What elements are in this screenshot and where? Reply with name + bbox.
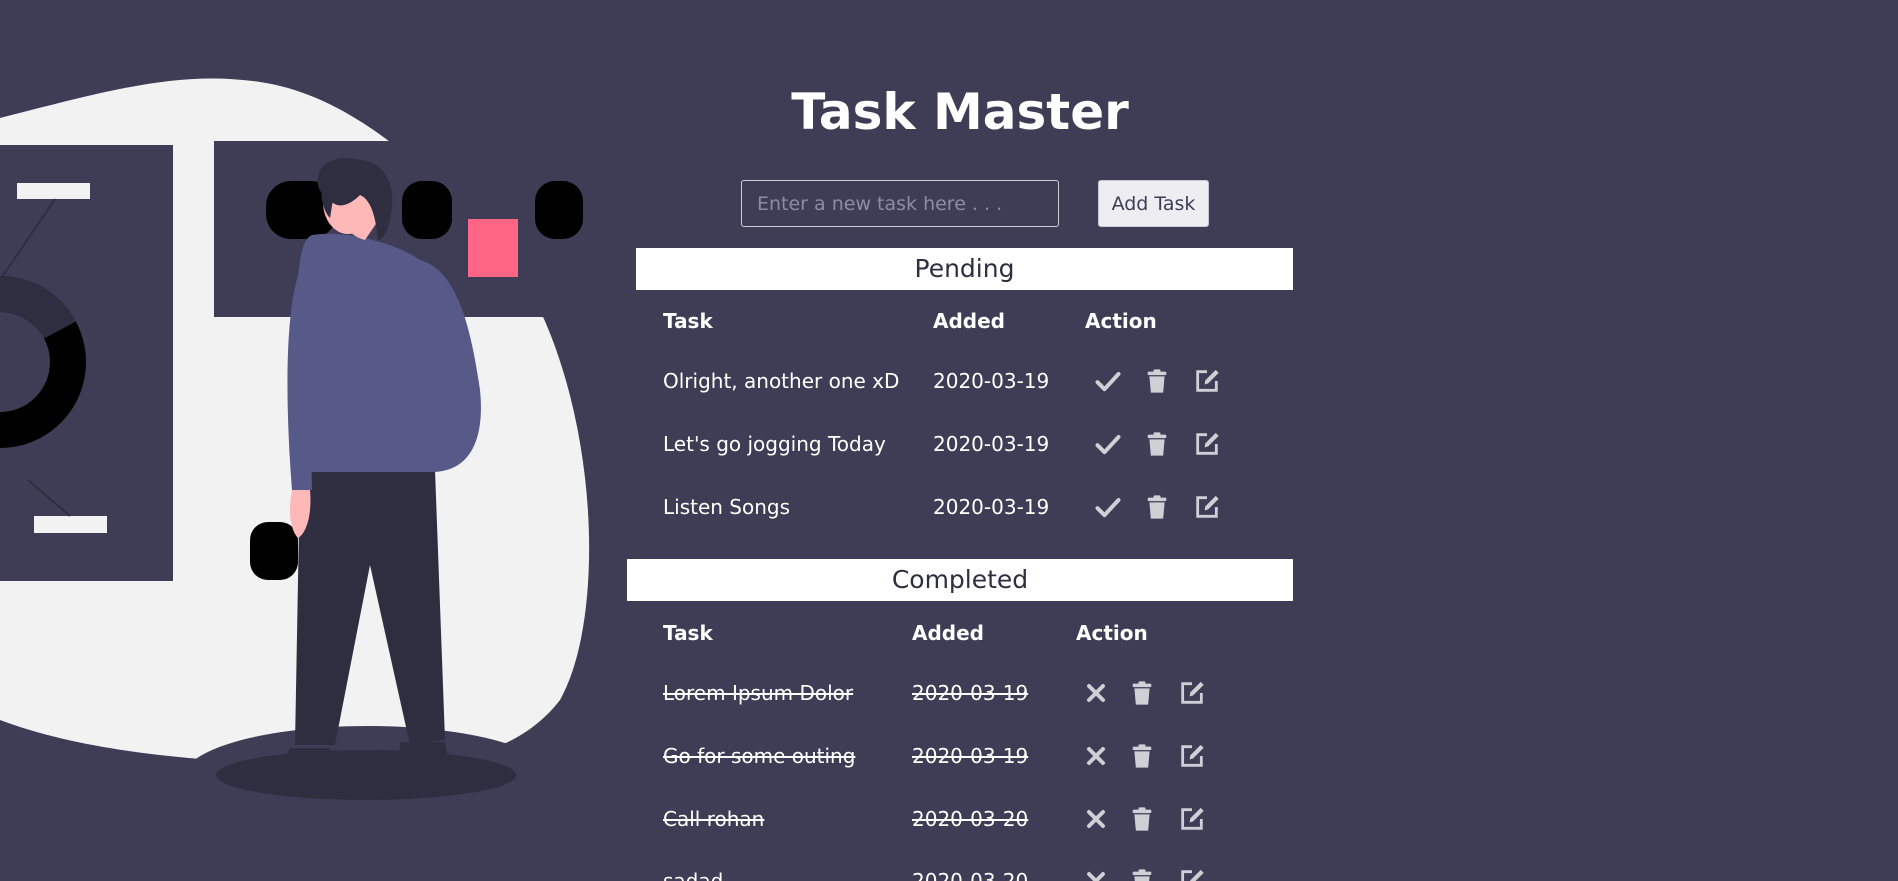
task-date: 2020-03-19	[933, 495, 1050, 519]
task-text: Olright, another one xD	[663, 369, 900, 393]
completed-column-action: Action	[1076, 621, 1148, 645]
add-task-button[interactable]: Add Task	[1098, 180, 1209, 227]
trash-icon[interactable]	[1143, 430, 1171, 458]
edit-icon[interactable]	[1193, 430, 1221, 458]
task-date: 2020-03-19	[933, 432, 1050, 456]
task-date: 2020-03-20	[912, 807, 1029, 831]
edit-icon[interactable]	[1178, 679, 1206, 707]
trash-icon[interactable]	[1128, 679, 1156, 707]
page-title: Task Master	[791, 83, 1129, 141]
close-icon[interactable]	[1082, 867, 1110, 881]
task-date: 2020-03-19	[933, 369, 1050, 393]
completed-column-task: Task	[663, 621, 713, 645]
task-text: Lorem Ipsum Dolor	[663, 681, 854, 705]
edit-icon[interactable]	[1178, 805, 1206, 833]
trash-icon[interactable]	[1143, 367, 1171, 395]
edit-icon[interactable]	[1193, 493, 1221, 521]
trash-icon[interactable]	[1128, 742, 1156, 770]
completed-section-header: Completed	[627, 559, 1293, 601]
close-icon[interactable]	[1082, 742, 1110, 770]
pending-column-action: Action	[1085, 309, 1157, 333]
task-text: Call rohan	[663, 807, 765, 831]
pending-column-task: Task	[663, 309, 713, 333]
pending-section-header: Pending	[636, 248, 1293, 290]
task-text: sadad	[663, 869, 724, 881]
completed-column-added: Added	[912, 621, 984, 645]
task-date: 2020-03-19	[912, 744, 1029, 768]
check-icon[interactable]	[1094, 430, 1122, 458]
trash-icon[interactable]	[1128, 867, 1156, 881]
new-task-input[interactable]	[741, 180, 1059, 227]
task-text: Listen Songs	[663, 495, 791, 519]
task-text: Let's go jogging Today	[663, 432, 886, 456]
check-icon[interactable]	[1094, 493, 1122, 521]
trash-icon[interactable]	[1143, 493, 1171, 521]
task-date: 2020-03-19	[912, 681, 1029, 705]
close-icon[interactable]	[1082, 805, 1110, 833]
task-text: Go for some outing	[663, 744, 856, 768]
trash-icon[interactable]	[1128, 805, 1156, 833]
check-icon[interactable]	[1094, 367, 1122, 395]
edit-icon[interactable]	[1178, 742, 1206, 770]
edit-icon[interactable]	[1178, 867, 1206, 881]
page: Task Master Add Task Pending Task Added …	[0, 0, 1898, 881]
person-illustration	[0, 78, 594, 830]
pending-column-added: Added	[933, 309, 1005, 333]
close-icon[interactable]	[1082, 679, 1110, 707]
task-date: 2020-03-20	[912, 869, 1029, 881]
edit-icon[interactable]	[1193, 367, 1221, 395]
